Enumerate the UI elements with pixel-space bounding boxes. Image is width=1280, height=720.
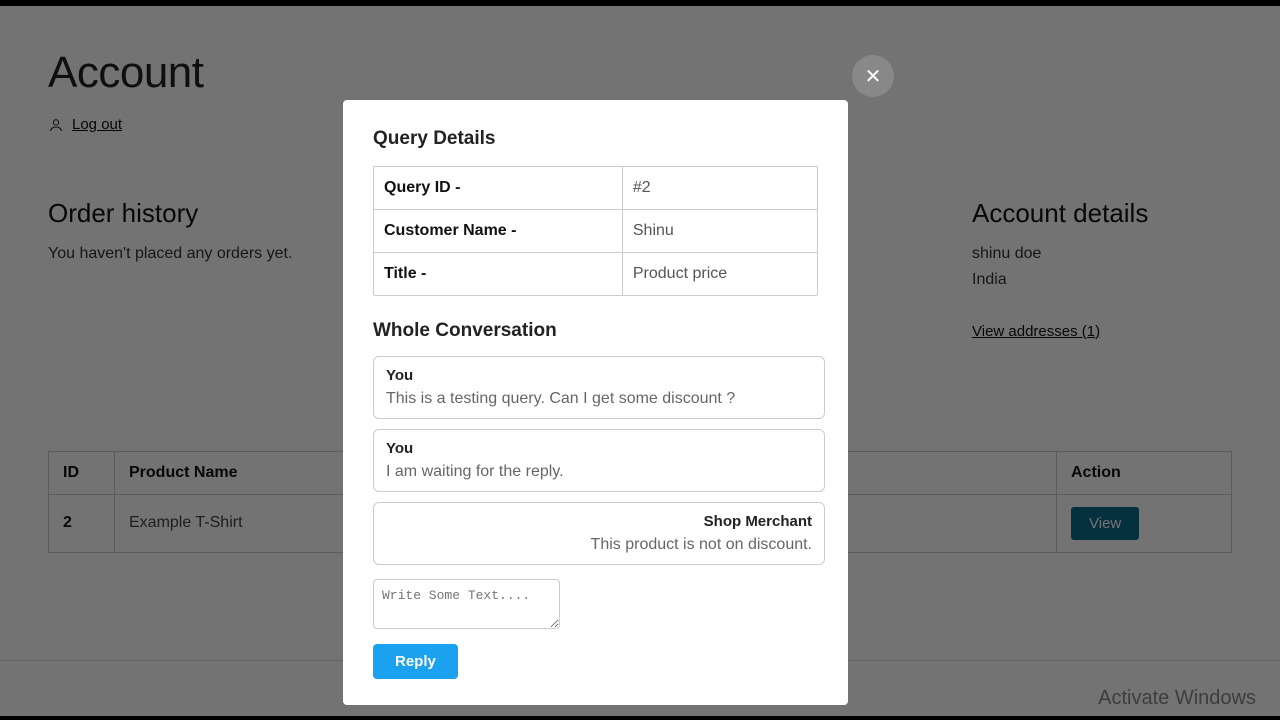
message-sender: You [386,367,812,384]
query-details-modal: Query Details Query ID - #2 Customer Nam… [343,100,848,705]
customer-label: Customer Name - [374,210,623,253]
message-bubble: You This is a testing query. Can I get s… [373,356,825,419]
query-id-value: #2 [623,167,817,210]
reply-textarea[interactable] [373,579,560,629]
message-bubble: Shop Merchant This product is not on dis… [373,502,825,565]
reply-button[interactable]: Reply [373,644,458,679]
customer-value: Shinu [623,210,817,253]
details-grid: Query ID - #2 Customer Name - Shinu Titl… [373,166,818,296]
message-body: This product is not on discount. [386,536,812,554]
title-value: Product price [623,253,817,295]
message-sender: Shop Merchant [386,513,812,530]
query-id-label: Query ID - [374,167,623,210]
message-body: I am waiting for the reply. [386,463,812,481]
message-sender: You [386,440,812,457]
close-button[interactable]: ✕ [852,55,894,97]
message-body: This is a testing query. Can I get some … [386,390,812,408]
close-icon: ✕ [865,64,882,89]
message-bubble: You I am waiting for the reply. [373,429,825,492]
modal-title: Query Details [373,128,818,150]
title-label: Title - [374,253,623,295]
conversation-heading: Whole Conversation [373,320,818,342]
